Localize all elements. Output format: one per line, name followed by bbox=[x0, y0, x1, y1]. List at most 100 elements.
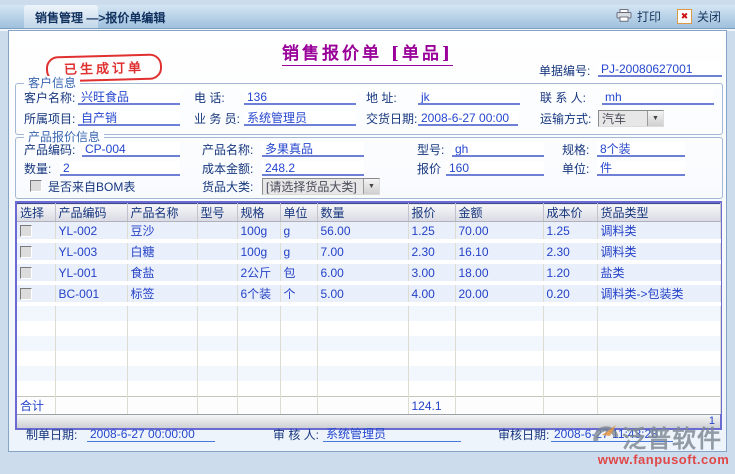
empty-cell bbox=[237, 336, 281, 351]
vendor-watermark: 泛普软件 www.fanpusoft.com bbox=[592, 419, 735, 467]
chevron-down-icon: ▼ bbox=[647, 111, 663, 126]
close-button-label: 关闭 bbox=[696, 10, 721, 24]
qty-field[interactable]: 2 bbox=[60, 161, 180, 176]
row-select-checkbox[interactable] bbox=[20, 288, 32, 300]
row-select-checkbox[interactable] bbox=[20, 267, 32, 279]
col-header-select[interactable]: 选择 bbox=[17, 203, 56, 222]
empty-cell bbox=[55, 351, 128, 366]
total-amount: 124.1 bbox=[408, 396, 456, 414]
cell-qty: 5.00 bbox=[317, 283, 409, 306]
col-header-model[interactable]: 型号 bbox=[197, 203, 238, 222]
table-row[interactable]: YL-001 食盐 2公斤 包 6.00 3.00 18.00 1.20 盐类 bbox=[17, 262, 721, 285]
empty-cell bbox=[317, 336, 409, 351]
col-header-name[interactable]: 产品名称 bbox=[127, 203, 198, 222]
close-button[interactable]: ✖ 关闭 bbox=[676, 8, 721, 25]
empty-cell bbox=[597, 381, 721, 397]
cell-amount: 20.00 bbox=[455, 283, 544, 306]
cell-qty: 7.00 bbox=[317, 241, 409, 264]
empty-cell bbox=[455, 381, 544, 397]
empty-cell bbox=[455, 351, 544, 366]
model-field[interactable]: gh bbox=[452, 142, 544, 157]
empty-table-row bbox=[17, 336, 721, 351]
contact-label: 联 系 人: bbox=[540, 91, 587, 105]
cell-spec: 100g bbox=[237, 241, 281, 264]
delivery-date-field[interactable]: 2008-6-27 00:00 bbox=[418, 111, 518, 126]
col-header-price[interactable]: 报价 bbox=[408, 203, 456, 222]
close-icon: ✖ bbox=[676, 9, 692, 24]
col-header-amount[interactable]: 金额 bbox=[455, 203, 544, 222]
cell-amount: 70.00 bbox=[455, 221, 544, 243]
cell-cost: 2.30 bbox=[543, 241, 598, 264]
empty-table-row bbox=[17, 304, 721, 321]
col-header-type[interactable]: 货品类型 bbox=[597, 203, 721, 222]
row-select-checkbox[interactable] bbox=[20, 246, 32, 258]
empty-table-row bbox=[17, 321, 721, 336]
empty-cell bbox=[237, 381, 281, 397]
table-row[interactable]: YL-002 豆沙 100g g 56.00 1.25 70.00 1.25 调… bbox=[17, 221, 721, 243]
table-header-row: 选择 产品编码 产品名称 型号 规格 单位 数量 报价 金额 成本价 货品类型 bbox=[17, 203, 721, 222]
window-titlebar: 销售管理 —>报价单编辑 打印 ✖ 关闭 bbox=[0, 5, 735, 29]
customer-name-label: 客户名称: bbox=[24, 91, 76, 105]
cell-unit: g bbox=[280, 221, 318, 243]
col-header-qty[interactable]: 数量 bbox=[317, 203, 409, 222]
empty-cell bbox=[17, 381, 56, 397]
table-row[interactable]: YL-003 白糖 100g g 7.00 2.30 16.10 2.30 调料… bbox=[17, 241, 721, 264]
address-field[interactable]: jk bbox=[418, 90, 520, 105]
empty-table-row bbox=[17, 366, 721, 381]
fanpu-logo-icon bbox=[592, 421, 620, 452]
cell-code: YL-001 bbox=[55, 262, 128, 285]
qty-label: 数量: bbox=[24, 162, 52, 176]
product-name-field[interactable]: 多果真品 bbox=[262, 142, 364, 157]
empty-cell bbox=[127, 381, 198, 397]
spec-label: 规格: bbox=[562, 143, 590, 157]
cell-unit: g bbox=[280, 241, 318, 264]
price-field[interactable]: 160 bbox=[446, 161, 544, 176]
product-code-field[interactable]: CP-004 bbox=[82, 142, 180, 157]
cost-amount-field[interactable]: 248.2 bbox=[262, 161, 364, 176]
category-select[interactable]: [请选择货品大类] ▼ bbox=[262, 178, 380, 195]
customer-info-legend: 客户信息 bbox=[24, 76, 81, 90]
bom-checkbox[interactable] bbox=[30, 180, 42, 192]
empty-cell bbox=[280, 321, 318, 336]
empty-cell bbox=[597, 304, 721, 321]
empty-cell bbox=[55, 304, 128, 321]
empty-cell bbox=[17, 351, 56, 366]
model-label: 型号: bbox=[417, 143, 445, 157]
contact-field[interactable]: mh bbox=[602, 90, 714, 105]
salesman-field[interactable]: 系统管理员 bbox=[244, 111, 356, 126]
cell-spec: 2公斤 bbox=[237, 262, 281, 285]
col-header-spec[interactable]: 规格 bbox=[237, 203, 281, 222]
cost-amount-label: 成本金额: bbox=[202, 162, 254, 176]
print-button[interactable]: 打印 bbox=[616, 8, 661, 25]
empty-cell bbox=[197, 321, 238, 336]
made-date-value: 2008-6-27 00:00:00 bbox=[87, 427, 215, 442]
unit-field[interactable]: 件 bbox=[597, 161, 685, 176]
auditor-label: 审 核 人: bbox=[273, 428, 320, 442]
table-row[interactable]: BC-001 标签 6个装 个 5.00 4.00 20.00 0.20 调料类… bbox=[17, 283, 721, 306]
empty-cell bbox=[17, 321, 56, 336]
cell-code: YL-003 bbox=[55, 241, 128, 264]
phone-field[interactable]: 136 bbox=[244, 90, 356, 105]
empty-cell bbox=[55, 336, 128, 351]
empty-cell bbox=[455, 321, 544, 336]
project-field[interactable]: 自产销 bbox=[78, 111, 180, 126]
auditor-value: 系统管理员 bbox=[323, 427, 461, 442]
cell-model bbox=[197, 262, 238, 285]
empty-table-row bbox=[17, 351, 721, 366]
spec-field[interactable]: 8个装 bbox=[597, 142, 685, 157]
col-header-unit[interactable]: 单位 bbox=[280, 203, 318, 222]
cell-type: 调料类 bbox=[597, 221, 721, 243]
cell-code: YL-002 bbox=[55, 221, 128, 243]
row-select-checkbox[interactable] bbox=[20, 225, 32, 238]
transport-select[interactable]: 汽车 ▼ bbox=[598, 110, 664, 127]
empty-cell bbox=[55, 381, 128, 397]
col-header-cost[interactable]: 成本价 bbox=[543, 203, 598, 222]
doc-no-field[interactable]: PJ-20080627001 bbox=[598, 62, 722, 77]
customer-name-field[interactable]: 兴旺食品 bbox=[78, 90, 180, 105]
empty-cell bbox=[127, 336, 198, 351]
empty-cell bbox=[597, 336, 721, 351]
empty-cell bbox=[317, 321, 409, 336]
product-name-label: 产品名称: bbox=[202, 143, 254, 157]
col-header-code[interactable]: 产品编码 bbox=[55, 203, 128, 222]
doc-no-label: 单据编号: bbox=[539, 64, 591, 78]
